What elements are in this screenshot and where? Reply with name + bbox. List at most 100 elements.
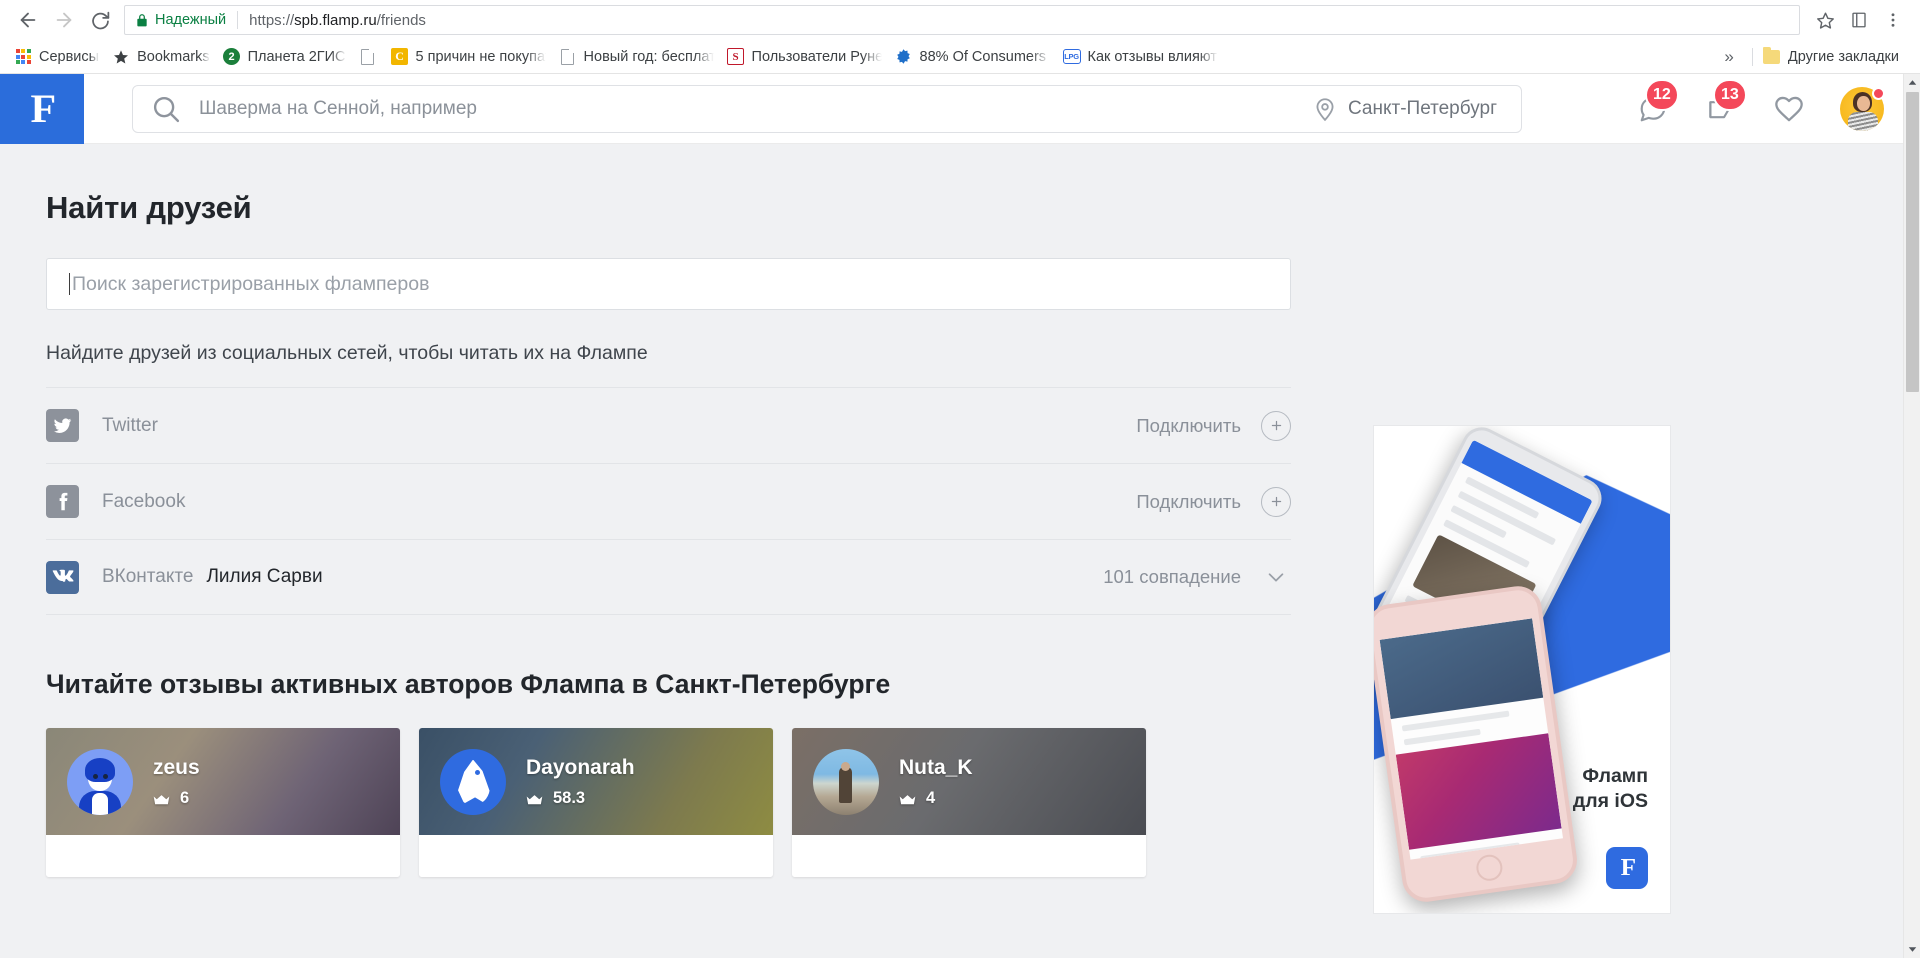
social-networks-list: Twitter Подключить Facebook Подключить В… xyxy=(46,387,1291,615)
bookmark-label: Bookmarks xyxy=(137,48,210,65)
author-card-header: Nuta_K 4 xyxy=(792,728,1146,835)
active-authors-list: zeus 6 Dayonarah 58.3 Nuta_K 4 xyxy=(46,728,1336,877)
other-bookmarks-label: Другие закладки xyxy=(1787,48,1899,65)
author-score: 6 xyxy=(180,788,190,807)
avatar-status-dot xyxy=(1872,87,1885,100)
author-avatar xyxy=(813,748,879,815)
bookmark-item[interactable]: Bookmarks xyxy=(110,44,218,70)
social-row-twitter[interactable]: Twitter Подключить xyxy=(46,387,1291,463)
crown-icon xyxy=(153,793,170,804)
scrollbar-down-arrow[interactable] xyxy=(1904,941,1920,958)
friend-search-input[interactable]: Поиск зарегистрированных фламперов xyxy=(46,258,1291,310)
connect-label[interactable]: Подключить xyxy=(1136,491,1241,513)
bookmark-item[interactable]: S Пользователи Рунета xyxy=(725,44,890,70)
browser-menu-icon[interactable] xyxy=(1876,3,1910,37)
social-name: Facebook xyxy=(102,490,186,512)
social-row-facebook[interactable]: Facebook Подключить xyxy=(46,463,1291,539)
lpg-icon: LPG xyxy=(1062,48,1081,66)
chevron-down-icon[interactable] xyxy=(1261,562,1291,592)
apps-grid-icon xyxy=(14,48,32,66)
messages-badge: 12 xyxy=(1645,79,1679,111)
bookmarks-bar: Сервисы Bookmarks 2 Планета 2ГИС C 5 при… xyxy=(0,40,1920,74)
security-label: Надежный xyxy=(155,12,227,28)
forward-button[interactable] xyxy=(46,2,82,38)
author-card-header: Dayonarah 58.3 xyxy=(419,728,773,835)
author-card-body xyxy=(792,835,1146,877)
social-row-vkontakte[interactable]: ВКонтакте Лилия Сарви 101 совпадение xyxy=(46,539,1291,615)
blue-flower-icon xyxy=(895,48,913,66)
url-scheme: https:// xyxy=(249,11,295,29)
reload-button[interactable] xyxy=(82,2,118,38)
favorites-heart-icon[interactable] xyxy=(1772,92,1806,126)
notifications-badge: 13 xyxy=(1713,79,1747,111)
promo-flamp-logo: F xyxy=(1606,847,1648,889)
bookmark-item[interactable] xyxy=(357,44,386,70)
page-content: Найти друзей Поиск зарегистрированных фл… xyxy=(0,144,1920,913)
bookmark-label: Сервисы xyxy=(39,48,100,65)
bookmark-item[interactable]: 88% Of Consumers Tr xyxy=(893,44,1058,70)
bookmark-label: 88% Of Consumers Tr xyxy=(919,48,1050,65)
bookmark-item[interactable]: 2 Планета 2ГИС xyxy=(221,44,354,70)
author-meta: Nuta_K 4 xyxy=(899,756,973,808)
author-card-body xyxy=(46,835,400,877)
city-selector[interactable]: Санкт-Петербург xyxy=(1312,85,1521,133)
author-card-body xyxy=(419,835,773,877)
promo-caption-line2: для iOS xyxy=(1572,789,1648,812)
document-icon xyxy=(359,48,377,66)
bookmarks-overflow-button[interactable]: » xyxy=(1714,47,1743,67)
c-letter-icon: C xyxy=(391,48,409,66)
author-name: Dayonarah xyxy=(526,755,635,779)
s-letter-icon: S xyxy=(727,48,745,66)
facebook-icon xyxy=(46,485,79,518)
bookmark-label: 5 причин не покупат xyxy=(415,48,546,65)
author-name: Nuta_K xyxy=(899,755,973,779)
extension-icon[interactable] xyxy=(1842,3,1876,37)
bookmark-item[interactable]: C 5 причин не покупат xyxy=(389,44,554,70)
back-button[interactable] xyxy=(10,2,46,38)
bookmark-label: Новый год: бесплатн xyxy=(583,48,714,65)
crown-icon xyxy=(899,793,916,804)
bookmarks-divider xyxy=(1751,47,1753,66)
author-card-header: zeus 6 xyxy=(46,728,400,835)
plus-icon[interactable] xyxy=(1261,486,1291,517)
scrollbar-thumb[interactable] xyxy=(1906,92,1919,392)
folder-icon xyxy=(1763,46,1781,66)
url-text: https://spb.flamp.ru/friends xyxy=(249,12,426,29)
author-card[interactable]: Dayonarah 58.3 xyxy=(419,728,773,877)
page-title: Найти друзей xyxy=(46,190,252,225)
scrollbar-up-arrow[interactable] xyxy=(1904,74,1920,91)
browser-chrome: Надежный https://spb.flamp.ru/friends Се… xyxy=(0,0,1920,74)
ios-app-promo-banner[interactable]: Фламп для iOS F xyxy=(1374,426,1670,913)
other-bookmarks-folder[interactable]: Другие закладки xyxy=(1761,44,1907,70)
star-icon xyxy=(112,48,130,66)
site-search-box[interactable]: Шаверма на Сенной, например Санкт-Петерб… xyxy=(132,84,1522,133)
page-scrollbar[interactable] xyxy=(1903,74,1920,958)
search-icon xyxy=(133,94,199,124)
social-name: Twitter xyxy=(102,414,158,436)
bookmark-item[interactable]: Сервисы xyxy=(12,44,107,70)
twitter-icon xyxy=(46,409,79,442)
social-row-actions: 101 совпадение xyxy=(1103,562,1291,592)
crown-icon xyxy=(526,793,543,804)
author-name: zeus xyxy=(153,755,200,779)
author-card[interactable]: zeus 6 xyxy=(46,728,400,877)
messages-icon[interactable]: 12 xyxy=(1636,79,1679,126)
notifications-icon[interactable]: 13 xyxy=(1704,79,1747,126)
connect-label[interactable]: Подключить xyxy=(1136,415,1241,437)
browser-toolbar: Надежный https://spb.flamp.ru/friends xyxy=(0,0,1920,40)
social-row-actions: Подключить xyxy=(1136,410,1291,441)
plus-icon[interactable] xyxy=(1261,410,1291,441)
active-authors-section-title: Читайте отзывы активных авторов Флампа в… xyxy=(46,669,891,699)
author-card[interactable]: Nuta_K 4 xyxy=(792,728,1146,877)
url-host: spb.flamp.ru xyxy=(294,11,377,29)
user-avatar[interactable] xyxy=(1840,87,1885,131)
flamp-logo[interactable]: F xyxy=(0,74,84,144)
bookmark-label: Пользователи Рунета xyxy=(751,48,882,65)
main-column: Найти друзей Поиск зарегистрированных фл… xyxy=(46,190,1336,913)
address-bar[interactable]: Надежный https://spb.flamp.ru/friends xyxy=(124,5,1800,35)
bookmark-star-icon[interactable] xyxy=(1808,3,1842,37)
bookmark-item[interactable]: LPG Как отзывы влияют н xyxy=(1061,44,1226,70)
page-viewport: F Шаверма на Сенной, например Санкт-Пете… xyxy=(0,74,1920,958)
social-user: Лилия Сарви xyxy=(206,566,323,587)
bookmark-item[interactable]: Новый год: бесплатн xyxy=(557,44,722,70)
